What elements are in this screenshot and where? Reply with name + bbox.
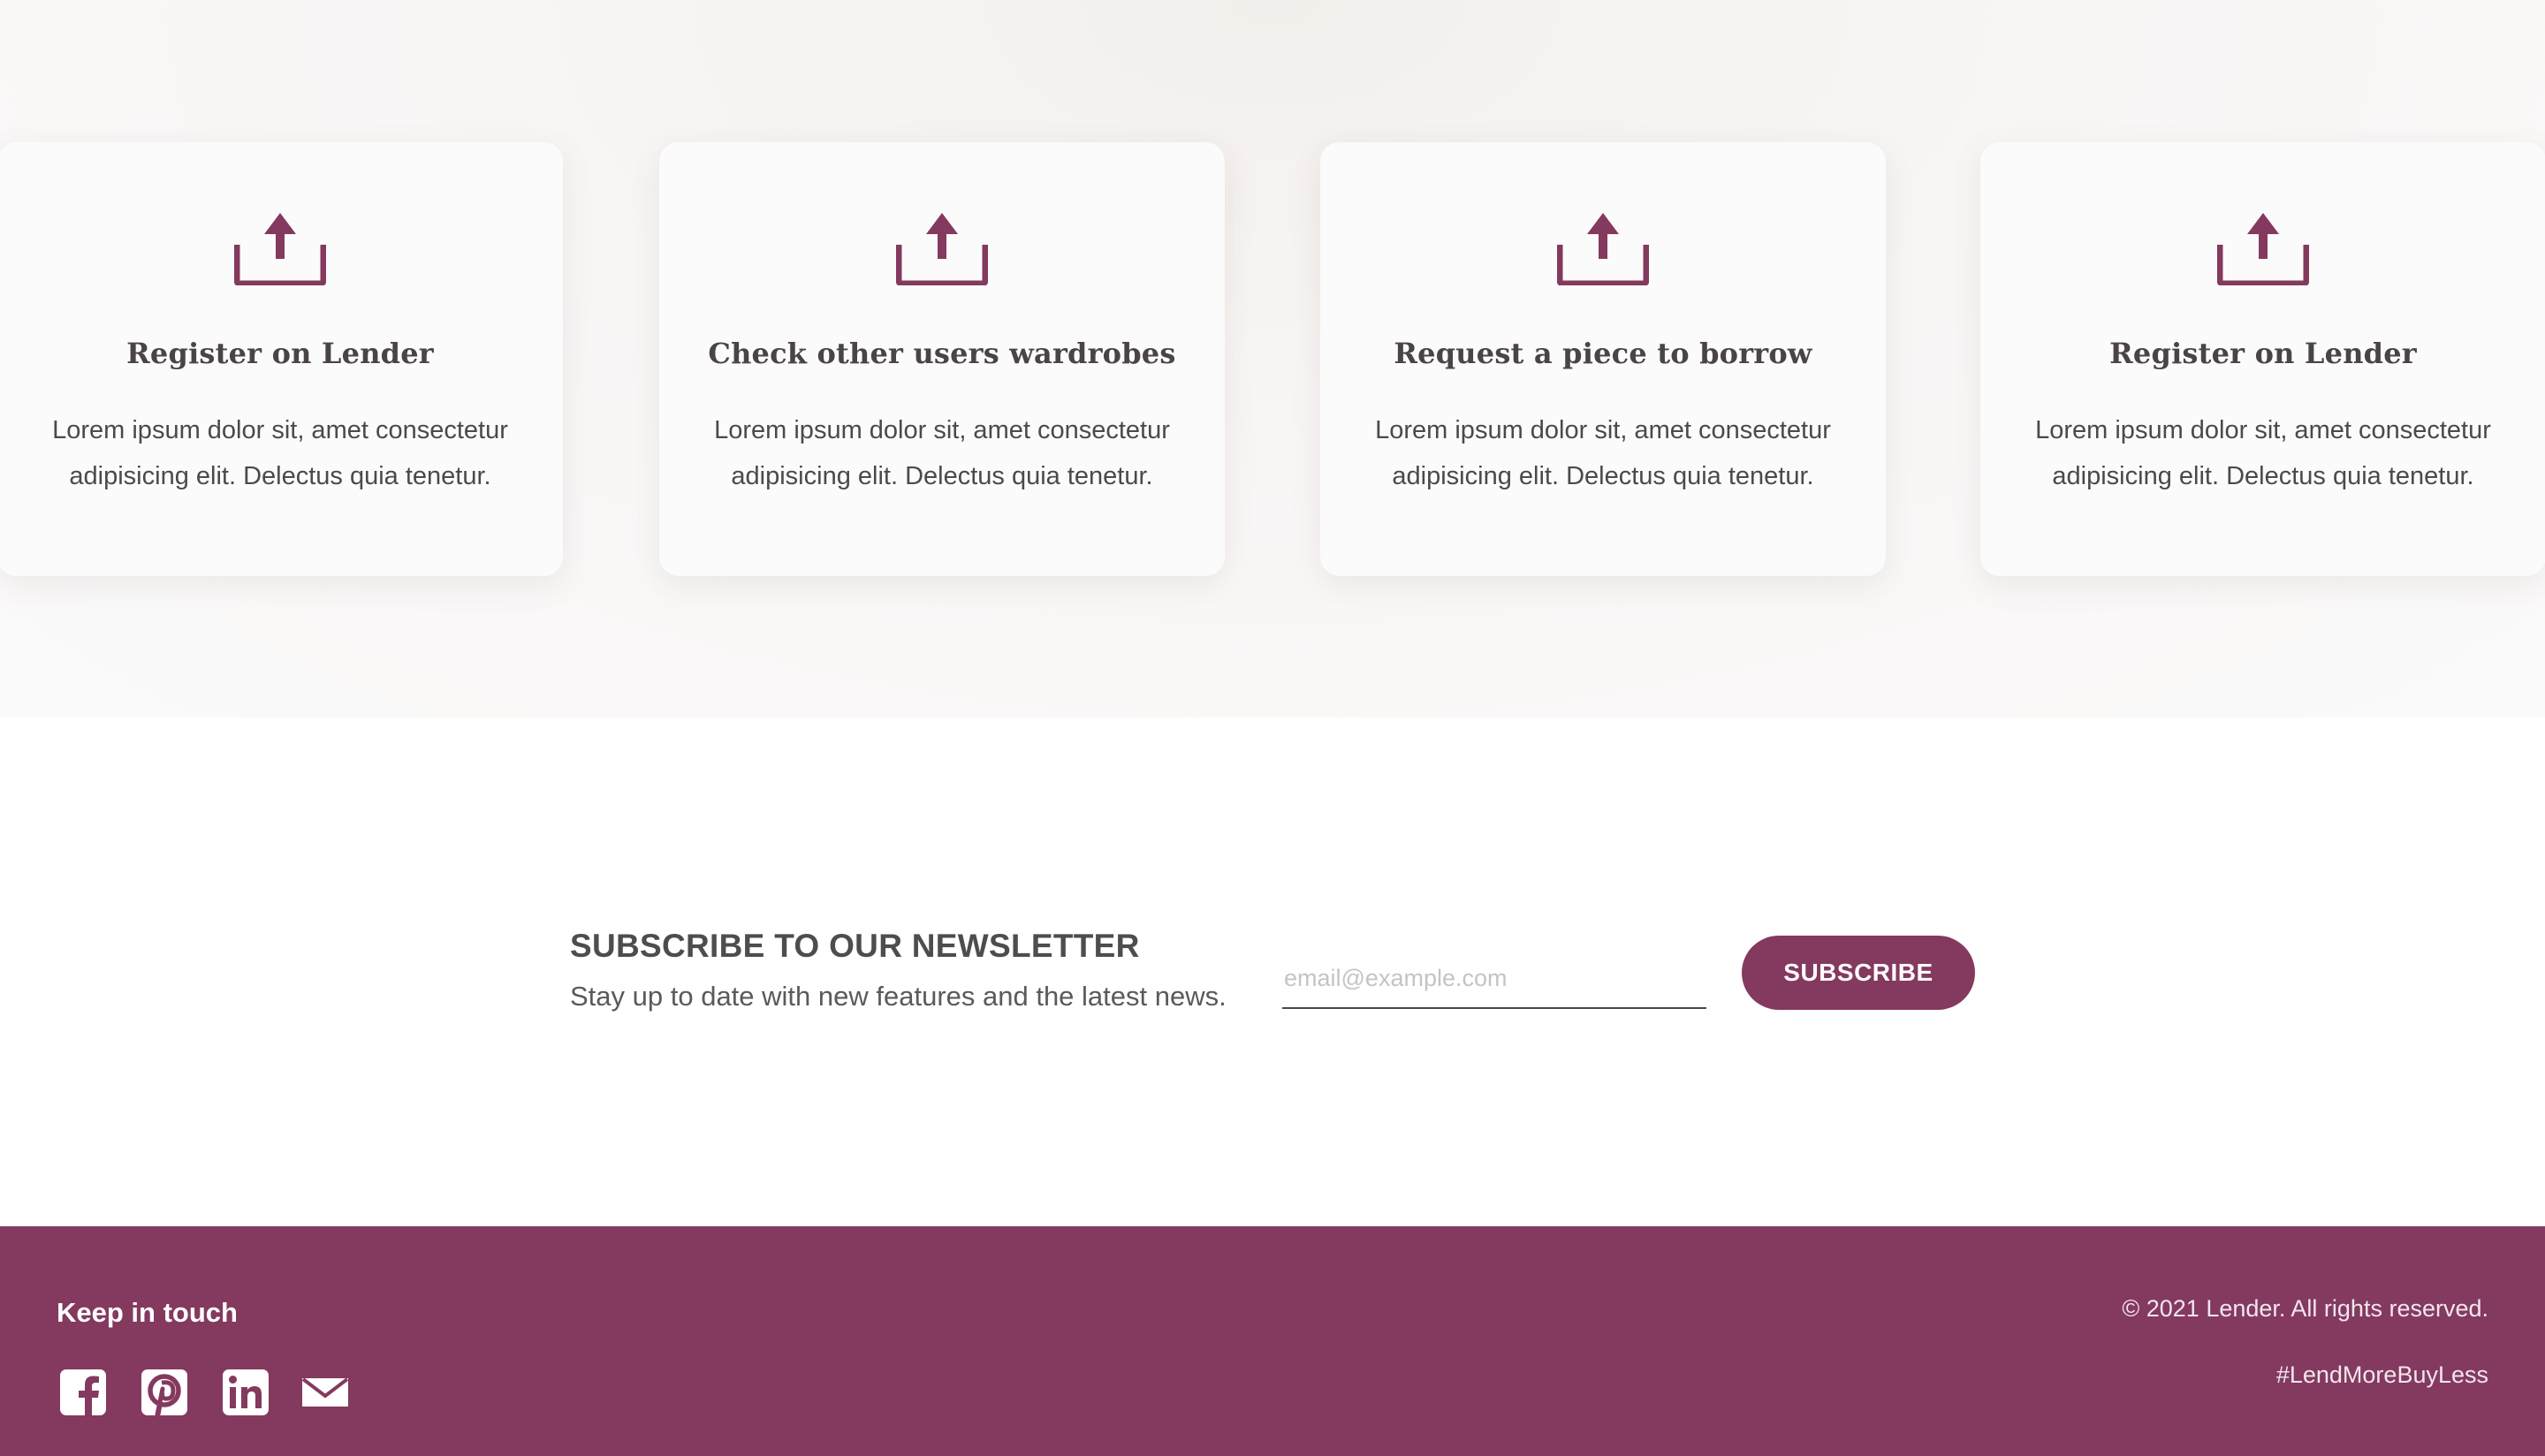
step-title: Register on Lender <box>126 337 434 370</box>
step-description: Lorem ipsum dolor sit, amet consectetur … <box>2035 416 2491 490</box>
step-title: Request a piece to borrow <box>1394 337 1812 370</box>
email-input[interactable] <box>1282 950 1706 1009</box>
upload-icon <box>896 211 988 285</box>
linkedin-icon[interactable] <box>221 1368 270 1417</box>
newsletter-title: SUBSCRIBE TO OUR NEWSLETTER <box>570 928 1140 964</box>
step-card: Check other users wardrobes Lorem ipsum … <box>659 142 1225 576</box>
step-title: Check other users wardrobes <box>708 337 1176 370</box>
step-card: Request a piece to borrow Lorem ipsum do… <box>1320 142 1886 576</box>
how-it-works-section: Register on Lender Lorem ipsum dolor sit… <box>0 0 2545 717</box>
pinterest-icon[interactable] <box>140 1368 189 1417</box>
mail-icon[interactable] <box>300 1368 350 1417</box>
step-description: Lorem ipsum dolor sit, amet consectetur … <box>714 416 1170 490</box>
upload-icon <box>1557 211 1649 285</box>
copyright-text: © 2021 Lender. All rights reserved. <box>2122 1295 2488 1322</box>
newsletter-subtitle: Stay up to date with new features and th… <box>570 981 1227 1012</box>
upload-icon <box>234 211 326 285</box>
subscribe-button[interactable]: SUBSCRIBE <box>1742 936 1975 1010</box>
step-card: Register on Lender Lorem ipsum dolor sit… <box>0 142 563 576</box>
footer: Keep in touch © 2021 Lender. All rights … <box>0 1226 2545 1456</box>
step-title: Register on Lender <box>2109 337 2417 370</box>
upload-icon <box>2217 211 2309 285</box>
keep-in-touch-heading: Keep in touch <box>57 1297 238 1328</box>
facebook-icon[interactable] <box>58 1368 108 1417</box>
step-description: Lorem ipsum dolor sit, amet consectetur … <box>52 416 508 490</box>
step-card: Register on Lender Lorem ipsum dolor sit… <box>1980 142 2545 576</box>
step-description: Lorem ipsum dolor sit, amet consectetur … <box>1375 416 1831 490</box>
hashtag-text: #LendMoreBuyLess <box>2275 1361 2488 1388</box>
